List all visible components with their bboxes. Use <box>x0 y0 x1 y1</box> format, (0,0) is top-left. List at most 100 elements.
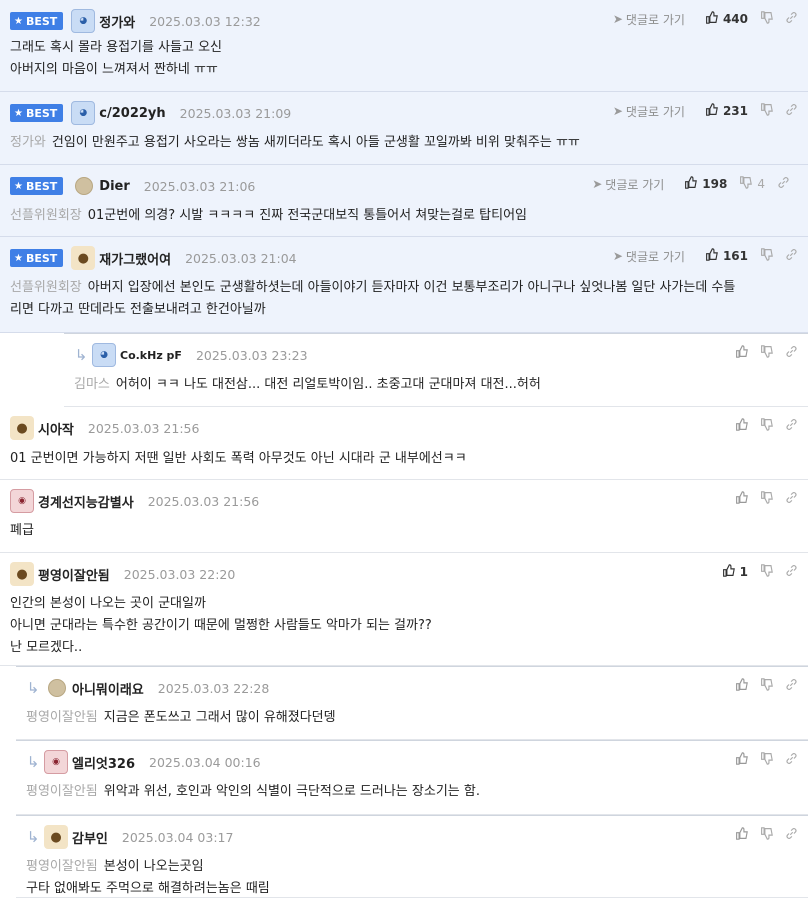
like-count: 198 <box>702 177 728 191</box>
best-badge-label: BEST <box>25 106 58 120</box>
nickname[interactable]: Co.kHz pF <box>120 349 182 362</box>
like-button[interactable]: 1 <box>722 563 748 581</box>
avatar[interactable]: ◉ <box>10 489 34 513</box>
goto-comment-label: 댓글로 가기 <box>625 249 685 264</box>
goto-comment-link[interactable]: ➤ 댓글로 가기 <box>613 11 685 28</box>
like-button[interactable]: 231 <box>705 102 748 120</box>
comment-line: 01 군번이면 가능하지 저땐 일반 사회도 폭력 아무것도 아닌 시대라 군 … <box>10 448 798 470</box>
thumbs-up-icon <box>735 344 748 362</box>
comment-line: 정가와 건임이 만원주고 용접기 사오라는 쌍놈 새끼더라도 혹시 아들 군생활 … <box>10 132 798 154</box>
comment-item: ● 시아작 2025.03.03 21:56 01 군번이면 가능하지 저땐 일반 사… <box>0 407 808 480</box>
comment-text: 아버지의 마음이 느껴져서 짠하네 ㅠㅠ <box>10 62 218 77</box>
comment-line: 선플위원회장 아버지 입장에선 본인도 군생활하셧는데 아들이야기 듣자마자 이건… <box>10 277 798 299</box>
nickname[interactable]: 감부인 <box>72 828 108 847</box>
dislike-button[interactable] <box>760 677 773 695</box>
avatar[interactable]: ◉ <box>44 750 68 774</box>
comment-line: 아니면 군대라는 특수한 공간이기 때문에 멀쩡한 사람들도 악마가 되는 걸까… <box>10 615 798 637</box>
share-link-button[interactable] <box>785 103 798 120</box>
thumbs-up-icon <box>735 826 748 844</box>
goto-comment-link[interactable]: ➤ 댓글로 가기 <box>613 248 685 265</box>
link-icon <box>785 418 798 435</box>
comment-date: 2025.03.03 12:32 <box>149 13 261 29</box>
like-count: 231 <box>722 104 748 118</box>
thumbs-down-icon <box>760 751 773 769</box>
comment-body: 01 군번이면 가능하지 저땐 일반 사회도 폭력 아무것도 아닌 시대라 군 … <box>10 448 798 470</box>
nickname[interactable]: Dier <box>99 179 129 194</box>
comment-item: ★ BEST Dier 2025.03.03 21:06 ➤ 댓글로 가기 198 4 선플위원… <box>0 165 808 237</box>
comment-date: 2025.03.03 21:09 <box>179 105 292 121</box>
like-button[interactable]: 198 <box>684 175 728 193</box>
dislike-button[interactable] <box>760 826 773 844</box>
avatar[interactable]: ● <box>44 825 68 849</box>
dislike-button[interactable]: 4 <box>739 175 765 193</box>
reply-target-nick[interactable]: 평영이잘안됨 <box>26 859 98 874</box>
thumbs-down-icon <box>760 344 773 362</box>
dislike-button[interactable] <box>760 102 773 120</box>
reply-target-nick[interactable]: 김마스 <box>74 377 110 392</box>
dislike-button[interactable] <box>760 10 773 28</box>
nickname[interactable]: 경계선지능감별사 <box>38 492 134 511</box>
nickname[interactable]: 시아작 <box>38 419 74 438</box>
nickname[interactable]: 평영이잘안됨 <box>38 565 110 584</box>
share-link-button[interactable] <box>785 248 798 265</box>
avatar[interactable] <box>48 679 66 697</box>
comment-body: 김마스 어허이 ㅋㅋ 나도 대전삼... 대전 리얼토박이임.. 초중고대 군대마… <box>74 374 798 396</box>
share-link-button[interactable] <box>785 11 798 28</box>
reply-target-nick[interactable]: 선플위원회장 <box>10 208 82 223</box>
avatar[interactable]: ● <box>10 416 34 440</box>
like-button[interactable] <box>735 417 748 435</box>
goto-comment-link[interactable]: ➤ 댓글로 가기 <box>592 176 664 193</box>
share-link-button[interactable] <box>785 678 798 695</box>
share-link-button[interactable] <box>785 564 798 581</box>
dislike-button[interactable] <box>760 563 773 581</box>
nickname[interactable]: 정가와 <box>99 12 135 31</box>
thumbs-down-icon <box>760 490 773 508</box>
share-link-button[interactable] <box>785 491 798 508</box>
best-badge: ★ BEST <box>10 249 64 267</box>
avatar[interactable] <box>75 177 94 195</box>
like-button[interactable] <box>735 751 748 769</box>
like-button[interactable] <box>735 826 748 844</box>
comment-body: 선플위원회장 아버지 입장에선 본인도 군생활하셧는데 아들이야기 듣자마자 이건… <box>10 277 798 321</box>
comment-item: ★ BEST ◕ c/2022yh 2025.03.03 21:09 ➤ 댓글로 가기 231… <box>0 92 808 165</box>
avatar[interactable]: ● <box>71 246 96 270</box>
reply-target-nick[interactable]: 평영이잘안됨 <box>26 784 98 799</box>
comment-body: 정가와 건임이 만원주고 용접기 사오라는 쌍놈 새끼더라도 혹시 아들 군생활 … <box>10 132 798 154</box>
thumbs-up-icon <box>705 10 718 28</box>
dislike-button[interactable] <box>760 344 773 362</box>
avatar[interactable]: ◕ <box>71 101 96 125</box>
like-button[interactable] <box>735 490 748 508</box>
like-button[interactable]: 161 <box>705 247 748 265</box>
share-link-button[interactable] <box>785 752 798 769</box>
avatar[interactable]: ◕ <box>92 343 116 367</box>
dislike-button[interactable] <box>760 751 773 769</box>
share-link-button[interactable] <box>785 345 798 362</box>
thumbs-up-icon <box>722 563 735 581</box>
avatar[interactable]: ● <box>10 562 34 586</box>
reply-target-nick[interactable]: 선플위원회장 <box>10 280 82 295</box>
avatar[interactable]: ◕ <box>71 9 96 33</box>
dislike-button[interactable] <box>760 247 773 265</box>
nickname[interactable]: 재가그랬어여 <box>99 249 171 268</box>
share-link-button[interactable] <box>777 176 790 193</box>
goto-comment-link[interactable]: ➤ 댓글로 가기 <box>613 103 685 120</box>
share-link-button[interactable] <box>785 827 798 844</box>
comment-actions <box>723 342 798 364</box>
share-link-button[interactable] <box>785 418 798 435</box>
thumbs-up-icon <box>705 102 718 120</box>
thumbs-up-icon <box>705 247 718 265</box>
comment-text: 아니면 군대라는 특수한 공간이기 때문에 멀쩡한 사람들도 악마가 되는 걸까… <box>10 618 432 633</box>
dislike-button[interactable] <box>760 490 773 508</box>
reply-target-nick[interactable]: 정가와 <box>10 135 46 150</box>
comment-header: ★ BEST ◕ 정가와 2025.03.03 12:32 <box>10 9 261 33</box>
like-button[interactable] <box>735 344 748 362</box>
reply-target-nick[interactable]: 평영이잘안됨 <box>26 710 98 725</box>
dislike-button[interactable] <box>760 417 773 435</box>
like-button[interactable] <box>735 677 748 695</box>
nickname[interactable]: 아니뭐이래요 <box>72 679 144 698</box>
like-button[interactable]: 440 <box>705 10 748 28</box>
comment-body: 그래도 혹시 몰라 용접기를 사들고 오신 아버지의 마음이 느껴져서 짠하네 ㅠ… <box>10 37 798 81</box>
nickname[interactable]: 엘리엇326 <box>72 753 135 772</box>
comment-item: ↳ ◕ Co.kHz pF 2025.03.03 23:23 김마스 어허이 ㅋㅋ 나도 … <box>64 333 808 407</box>
nickname[interactable]: c/2022yh <box>99 106 165 121</box>
